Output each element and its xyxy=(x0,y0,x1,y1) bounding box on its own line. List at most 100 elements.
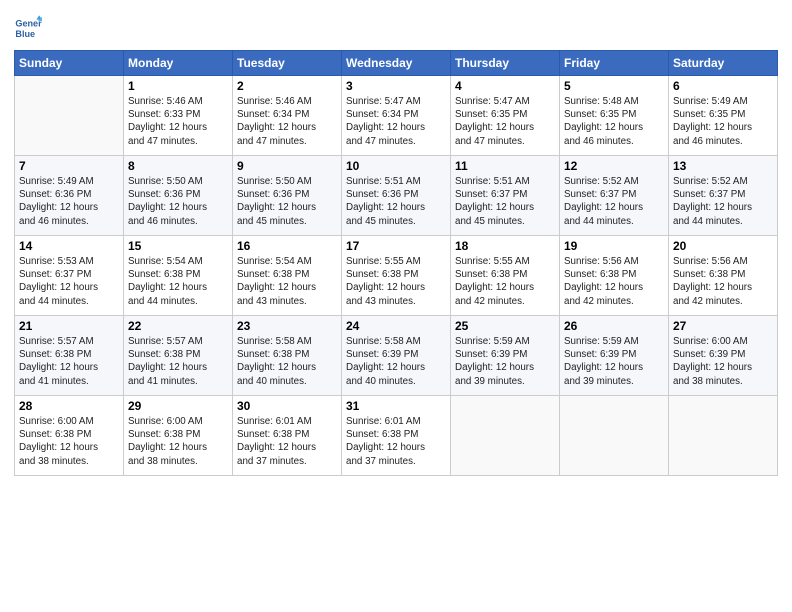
day-cell: 14 Sunrise: 5:53 AM Sunset: 6:37 PM Dayli… xyxy=(15,236,124,316)
day-cell: 2 Sunrise: 5:46 AM Sunset: 6:34 PM Daylig… xyxy=(233,76,342,156)
day-cell: 26 Sunrise: 5:59 AM Sunset: 6:39 PM Dayli… xyxy=(560,316,669,396)
day-cell: 23 Sunrise: 5:58 AM Sunset: 6:38 PM Dayli… xyxy=(233,316,342,396)
day-number: 25 xyxy=(455,319,555,333)
day-cell: 15 Sunrise: 5:54 AM Sunset: 6:38 PM Dayli… xyxy=(124,236,233,316)
day-info: Sunrise: 5:49 AM Sunset: 6:36 PM Dayligh… xyxy=(19,175,119,228)
svg-text:General: General xyxy=(15,19,42,29)
day-info: Sunrise: 5:46 AM Sunset: 6:33 PM Dayligh… xyxy=(128,95,228,148)
day-cell: 17Sunrise: 5:55 AM Sunset: 6:38 PM Dayli… xyxy=(342,236,451,316)
day-info: Sunrise: 5:55 AM Sunset: 6:38 PM Dayligh… xyxy=(455,255,555,308)
week-row-4: 21 Sunrise: 5:57 AM Sunset: 6:38 PM Dayli… xyxy=(15,316,778,396)
day-info: Sunrise: 6:01 AM Sunset: 6:38 PM Dayligh… xyxy=(346,415,446,468)
day-cell: 13 Sunrise: 5:52 AM Sunset: 6:37 PM Dayli… xyxy=(669,156,778,236)
week-row-3: 14 Sunrise: 5:53 AM Sunset: 6:37 PM Dayli… xyxy=(15,236,778,316)
day-number: 14 xyxy=(19,239,119,253)
col-header-monday: Monday xyxy=(124,51,233,76)
day-number: 15 xyxy=(128,239,228,253)
day-number: 6 xyxy=(673,79,773,93)
day-cell: 5 Sunrise: 5:48 AM Sunset: 6:35 PM Daylig… xyxy=(560,76,669,156)
day-cell xyxy=(669,396,778,476)
logo: General Blue xyxy=(14,14,46,42)
day-number: 28 xyxy=(19,399,119,413)
day-number: 19 xyxy=(564,239,664,253)
day-number: 29 xyxy=(128,399,228,413)
day-info: Sunrise: 5:47 AM Sunset: 6:34 PM Dayligh… xyxy=(346,95,446,148)
day-cell: 30Sunrise: 6:01 AM Sunset: 6:38 PM Dayli… xyxy=(233,396,342,476)
day-number: 27 xyxy=(673,319,773,333)
day-cell: 27 Sunrise: 6:00 AM Sunset: 6:39 PM Dayli… xyxy=(669,316,778,396)
week-row-5: 28 Sunrise: 6:00 AM Sunset: 6:38 PM Dayli… xyxy=(15,396,778,476)
day-number: 1 xyxy=(128,79,228,93)
day-cell: 10 Sunrise: 5:51 AM Sunset: 6:36 PM Dayli… xyxy=(342,156,451,236)
day-cell: 18 Sunrise: 5:55 AM Sunset: 6:38 PM Dayli… xyxy=(451,236,560,316)
day-cell: 9 Sunrise: 5:50 AM Sunset: 6:36 PM Daylig… xyxy=(233,156,342,236)
day-info: Sunrise: 5:51 AM Sunset: 6:37 PM Dayligh… xyxy=(455,175,555,228)
day-number: 4 xyxy=(455,79,555,93)
col-header-saturday: Saturday xyxy=(669,51,778,76)
day-info: Sunrise: 5:52 AM Sunset: 6:37 PM Dayligh… xyxy=(564,175,664,228)
day-number: 26 xyxy=(564,319,664,333)
day-cell: 16Sunrise: 5:54 AM Sunset: 6:38 PM Dayli… xyxy=(233,236,342,316)
day-number: 2 xyxy=(237,79,337,93)
day-number: 12 xyxy=(564,159,664,173)
day-info: Sunrise: 5:59 AM Sunset: 6:39 PM Dayligh… xyxy=(564,335,664,388)
day-cell xyxy=(15,76,124,156)
day-number: 5 xyxy=(564,79,664,93)
day-cell: 19 Sunrise: 5:56 AM Sunset: 6:38 PM Dayli… xyxy=(560,236,669,316)
day-cell: 1 Sunrise: 5:46 AM Sunset: 6:33 PM Daylig… xyxy=(124,76,233,156)
day-cell xyxy=(451,396,560,476)
col-header-sunday: Sunday xyxy=(15,51,124,76)
col-header-wednesday: Wednesday xyxy=(342,51,451,76)
day-cell: 4 Sunrise: 5:47 AM Sunset: 6:35 PM Daylig… xyxy=(451,76,560,156)
day-number: 23 xyxy=(237,319,337,333)
calendar-table: SundayMondayTuesdayWednesdayThursdayFrid… xyxy=(14,50,778,476)
day-info: Sunrise: 5:47 AM Sunset: 6:35 PM Dayligh… xyxy=(455,95,555,148)
svg-text:Blue: Blue xyxy=(15,29,35,39)
logo-icon: General Blue xyxy=(14,14,42,42)
header: General Blue xyxy=(14,10,778,42)
day-cell: 3 Sunrise: 5:47 AM Sunset: 6:34 PM Daylig… xyxy=(342,76,451,156)
week-row-1: 1 Sunrise: 5:46 AM Sunset: 6:33 PM Daylig… xyxy=(15,76,778,156)
day-info: Sunrise: 5:46 AM Sunset: 6:34 PM Dayligh… xyxy=(237,95,337,148)
day-info: Sunrise: 5:52 AM Sunset: 6:37 PM Dayligh… xyxy=(673,175,773,228)
day-number: 21 xyxy=(19,319,119,333)
calendar-header: SundayMondayTuesdayWednesdayThursdayFrid… xyxy=(15,51,778,76)
day-info: Sunrise: 5:53 AM Sunset: 6:37 PM Dayligh… xyxy=(19,255,119,308)
day-info: Sunrise: 6:00 AM Sunset: 6:38 PM Dayligh… xyxy=(19,415,119,468)
day-cell: 22 Sunrise: 5:57 AM Sunset: 6:38 PM Dayli… xyxy=(124,316,233,396)
day-cell: 31 Sunrise: 6:01 AM Sunset: 6:38 PM Dayli… xyxy=(342,396,451,476)
day-cell: 6 Sunrise: 5:49 AM Sunset: 6:35 PM Daylig… xyxy=(669,76,778,156)
day-info: Sunrise: 5:57 AM Sunset: 6:38 PM Dayligh… xyxy=(128,335,228,388)
week-row-2: 7 Sunrise: 5:49 AM Sunset: 6:36 PM Daylig… xyxy=(15,156,778,236)
col-header-friday: Friday xyxy=(560,51,669,76)
day-number: 7 xyxy=(19,159,119,173)
day-info: Sunrise: 5:54 AM Sunset: 6:38 PM Dayligh… xyxy=(128,255,228,308)
day-info: Sunrise: 5:48 AM Sunset: 6:35 PM Dayligh… xyxy=(564,95,664,148)
day-number: 3 xyxy=(346,79,446,93)
day-info: Sunrise: 5:50 AM Sunset: 6:36 PM Dayligh… xyxy=(237,175,337,228)
day-number: 22 xyxy=(128,319,228,333)
day-number: 30 xyxy=(237,399,337,413)
day-number: 10 xyxy=(346,159,446,173)
day-number: 20 xyxy=(673,239,773,253)
day-info: Sunrise: 5:59 AM Sunset: 6:39 PM Dayligh… xyxy=(455,335,555,388)
day-number: 17 xyxy=(346,239,446,253)
day-info: Sunrise: 5:58 AM Sunset: 6:38 PM Dayligh… xyxy=(237,335,337,388)
day-number: 13 xyxy=(673,159,773,173)
day-number: 18 xyxy=(455,239,555,253)
day-info: Sunrise: 5:51 AM Sunset: 6:36 PM Dayligh… xyxy=(346,175,446,228)
day-number: 16 xyxy=(237,239,337,253)
day-number: 31 xyxy=(346,399,446,413)
day-info: Sunrise: 5:49 AM Sunset: 6:35 PM Dayligh… xyxy=(673,95,773,148)
day-number: 24 xyxy=(346,319,446,333)
day-number: 9 xyxy=(237,159,337,173)
day-info: Sunrise: 5:56 AM Sunset: 6:38 PM Dayligh… xyxy=(673,255,773,308)
day-cell: 29Sunrise: 6:00 AM Sunset: 6:38 PM Dayli… xyxy=(124,396,233,476)
day-cell: 11Sunrise: 5:51 AM Sunset: 6:37 PM Dayli… xyxy=(451,156,560,236)
page: General Blue SundayMondayTuesdayWednesda… xyxy=(0,0,792,612)
day-cell: 21Sunrise: 5:57 AM Sunset: 6:38 PM Dayli… xyxy=(15,316,124,396)
calendar-body: 1 Sunrise: 5:46 AM Sunset: 6:33 PM Daylig… xyxy=(15,76,778,476)
day-number: 8 xyxy=(128,159,228,173)
day-info: Sunrise: 5:56 AM Sunset: 6:38 PM Dayligh… xyxy=(564,255,664,308)
day-info: Sunrise: 6:00 AM Sunset: 6:39 PM Dayligh… xyxy=(673,335,773,388)
